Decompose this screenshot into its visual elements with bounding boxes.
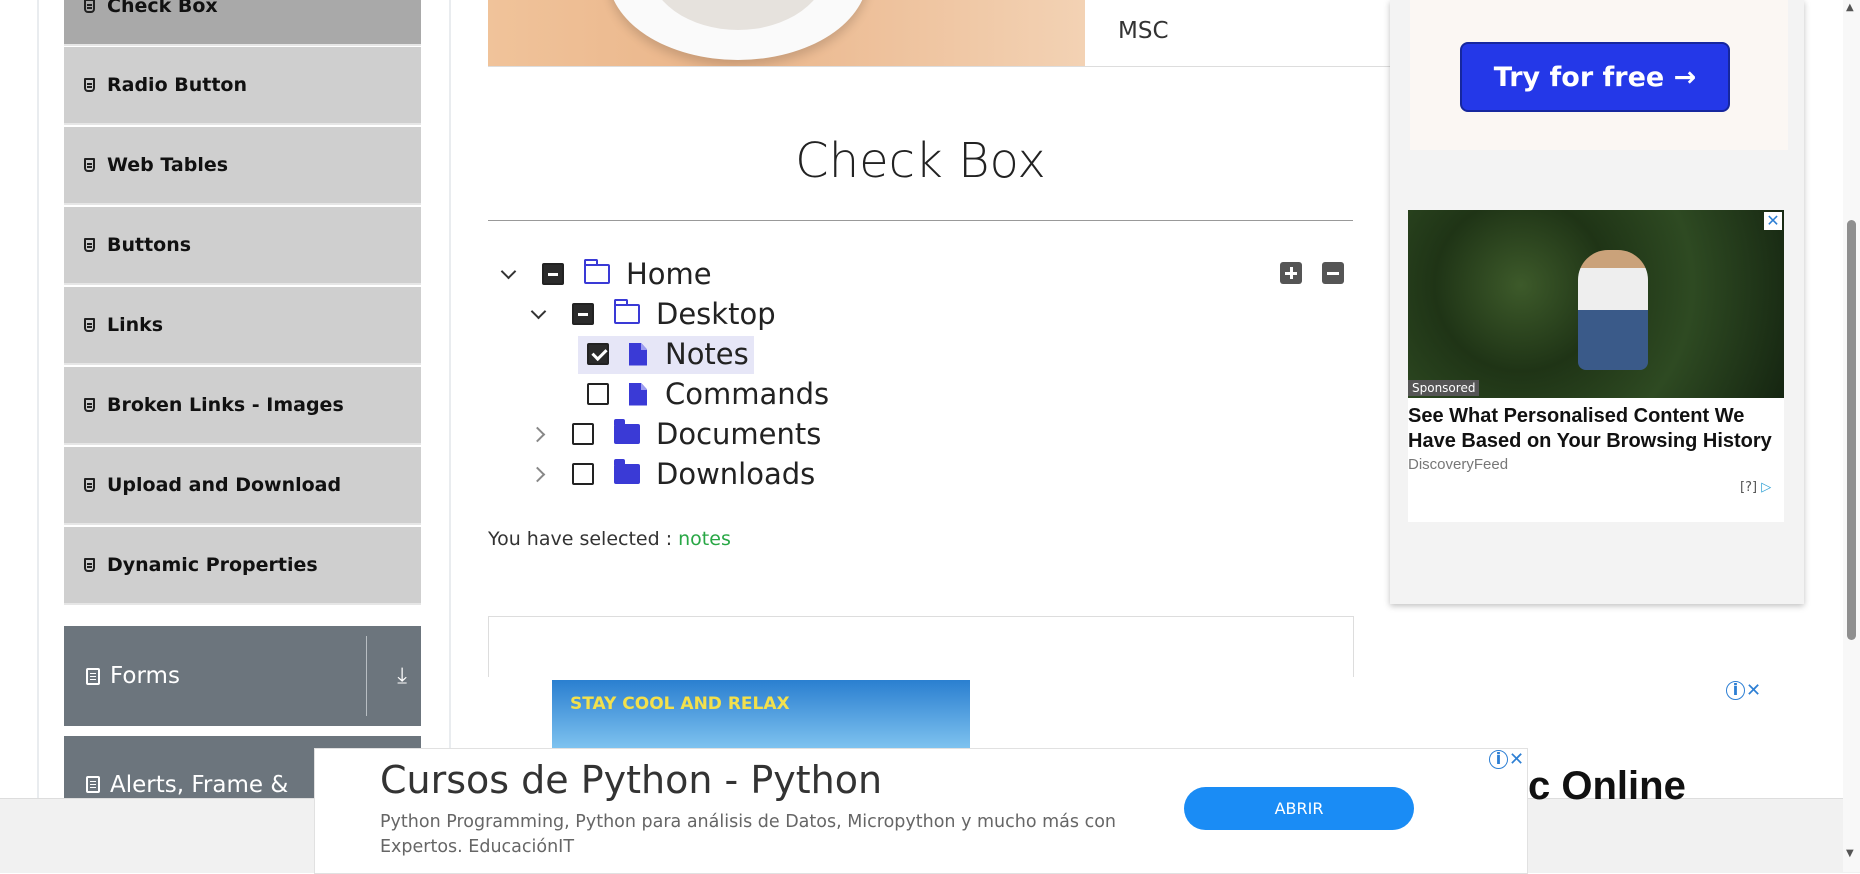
html5-icon [84,78,95,92]
tree-node-downloads: Downloads [530,456,815,492]
tree-node-documents: Documents [530,416,821,452]
checkbox-desktop[interactable] [572,303,594,325]
chevron-down-icon[interactable] [500,265,518,283]
bottom-ad-title[interactable]: Cursos de Python - Python [380,758,882,802]
tree-node-home: Home [500,256,712,292]
scroll-up-arrow-icon[interactable]: ▲ [1846,2,1854,13]
ad-info-icon[interactable]: i [1489,750,1508,769]
checkbox-notes[interactable] [587,343,609,365]
sidebar-item-check-box[interactable]: Check Box [64,0,421,46]
sidebar-item-upload-download[interactable]: Upload and Download [64,447,421,525]
page-title: Check Box [795,133,1046,189]
download-arrow-icon[interactable]: ⤓ [397,664,407,689]
chevron-right-icon[interactable] [530,425,548,443]
folder-icon [614,419,640,444]
checkbox-commands[interactable] [587,383,609,405]
sidebar-item-label: Upload and Download [107,474,342,496]
adchoices-icon[interactable]: ▷ [1761,480,1771,495]
form-icon [86,667,100,685]
sidebar-item-links[interactable]: Links [64,287,421,365]
banner-msc-text: MSC [1118,18,1169,44]
title-divider [488,220,1353,221]
sidebar-item-label: Broken Links - Images [107,394,344,416]
tree-node-desktop: Desktop [530,296,776,332]
background-ad-text: c Online [1528,764,1686,808]
file-icon [629,382,647,406]
chevron-right-icon[interactable] [530,465,548,483]
ad-close-icon[interactable]: ✕ [1746,680,1761,701]
folder-open-icon [584,259,610,284]
left-border [37,0,39,800]
html5-icon [84,478,95,492]
sponsored-image[interactable] [1408,210,1784,398]
tree-label-commands[interactable]: Commands [665,377,829,411]
sidebar-item-web-tables[interactable]: Web Tables [64,127,421,205]
file-icon [629,342,647,366]
sidebar-item-label: Check Box [107,0,218,17]
bottom-ad-description: Python Programming, Python para análisis… [380,812,1116,857]
html5-icon [84,158,95,172]
sidebar-item-label: Web Tables [107,154,229,176]
tree-label-downloads[interactable]: Downloads [656,457,815,491]
sponsored-source: DiscoveryFeed [1408,456,1509,473]
inline-ad-text: STAY COOL AND RELAX [570,694,790,714]
folder-open-icon [614,299,640,324]
abrir-button[interactable]: ABRIR [1184,787,1414,830]
html5-icon [84,558,95,572]
checkbox-downloads[interactable] [572,463,594,485]
expand-all-button[interactable] [1280,262,1302,284]
collapse-all-button[interactable] [1322,262,1344,284]
tree-node-notes: Notes [587,336,749,372]
scroll-down-arrow-icon[interactable]: ▼ [1846,848,1854,859]
sidebar-item-dynamic-properties[interactable]: Dynamic Properties [64,527,421,605]
sidebar-item-label: Links [107,314,164,336]
html5-icon [84,238,95,252]
window-icon [86,776,100,793]
html5-icon [84,318,95,332]
ad-close-icon[interactable]: ✕ [1509,749,1524,770]
group-divider [366,636,367,716]
sidebar-item-buttons[interactable]: Buttons [64,207,421,285]
group-forms[interactable]: Forms ⤓ [64,626,421,726]
ad-help-link[interactable]: [?] [1740,480,1757,495]
sponsored-badge: Sponsored [1408,380,1480,396]
tree-label-desktop[interactable]: Desktop [656,297,776,331]
sidebar-item-broken-links[interactable]: Broken Links - Images [64,367,421,445]
chevron-down-icon[interactable] [530,305,548,323]
sidebar-item-label: Dynamic Properties [107,554,318,576]
close-icon[interactable]: ✕ [1764,212,1782,230]
group-label: Alerts, Frame & [110,772,289,798]
ad-container [488,616,1354,677]
ad-info-icon[interactable]: i [1726,681,1745,700]
coffee-banner-image [488,0,1085,67]
sidebar-item-label: Radio Button [107,74,247,96]
sidebar-item-radio-button[interactable]: Radio Button [64,47,421,125]
tree-node-commands: Commands [587,376,829,412]
tree-label-notes[interactable]: Notes [665,337,749,371]
html5-icon [84,0,95,13]
inline-ad-image[interactable]: STAY COOL AND RELAX [552,680,970,748]
try-for-free-button[interactable]: Try for free → [1460,42,1730,112]
sidebar-item-label: Buttons [107,234,192,256]
html5-icon [84,398,95,412]
group-label: Forms [110,663,180,689]
sponsored-footer[interactable]: [?] ▷ [1740,480,1771,495]
result-prefix: You have selected : [488,528,673,550]
selection-result: You have selected : notes [488,528,731,550]
folder-icon [614,459,640,484]
checkbox-documents[interactable] [572,423,594,445]
tree-label-documents[interactable]: Documents [656,417,821,451]
sponsored-title[interactable]: See What Personalised Content We Have Ba… [1408,404,1784,454]
sidebar-separator [449,0,451,800]
tree-label-home[interactable]: Home [626,257,712,291]
result-value: notes [678,528,731,550]
scrollbar-thumb[interactable] [1847,220,1856,640]
checkbox-home[interactable] [542,263,564,285]
